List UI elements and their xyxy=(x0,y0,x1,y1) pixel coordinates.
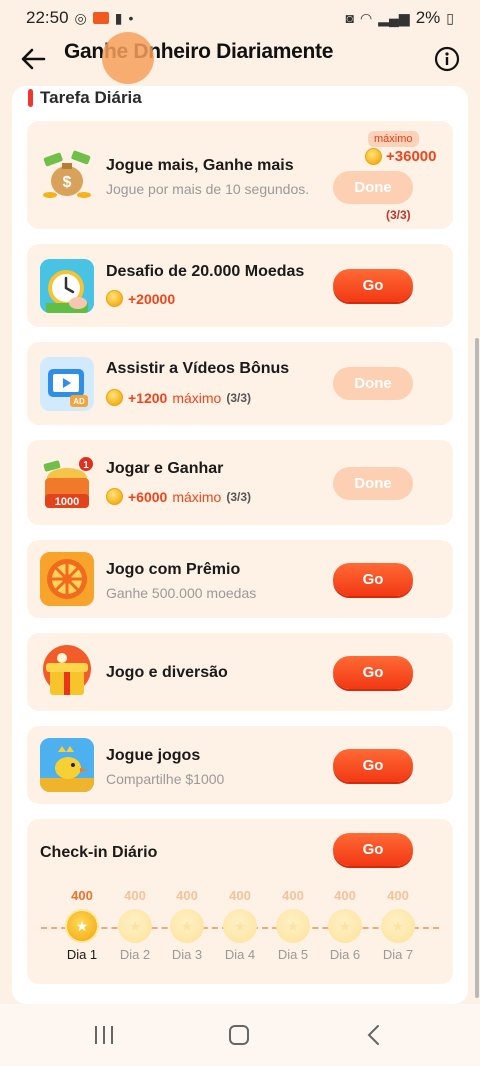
home-icon[interactable] xyxy=(229,1025,249,1045)
go-button[interactable]: Go xyxy=(333,656,413,689)
task-subtitle: Compartilhe $1000 xyxy=(106,771,225,787)
coin-icon xyxy=(106,488,123,505)
task-title: Desafio de 20.000 Moedas xyxy=(106,263,305,280)
task-title: Jogar e Ganhar xyxy=(106,460,224,477)
nav-back-icon[interactable] xyxy=(366,1024,380,1046)
checkin-day-5[interactable]: 400 ★ Dia 5 xyxy=(268,888,318,962)
star-coin-icon: ★ xyxy=(276,909,310,943)
task-title: Assistir a Vídeos Bônus xyxy=(106,360,290,377)
day-label: Dia 5 xyxy=(277,947,309,962)
task-reward-amount: +6000 xyxy=(128,488,168,505)
task-title: Jogo e diversão xyxy=(106,664,228,681)
whatsapp-icon: ◎ xyxy=(74,9,87,26)
battery-icon: ▯ xyxy=(446,9,454,26)
scrollbar[interactable] xyxy=(475,338,479,998)
treasure-box-icon: 1 1000 xyxy=(40,456,94,510)
task-reward: +36000 xyxy=(365,148,436,165)
section-title-text: Tarefa Diária xyxy=(40,88,142,107)
battery-percent: 2% xyxy=(415,8,441,27)
task-subtitle: Jogue por mais de 10 segundos. xyxy=(106,181,310,197)
svg-text:AD: AD xyxy=(73,397,85,406)
touch-indicator xyxy=(102,32,154,84)
checkin-day-7[interactable]: 400 ★ Dia 7 xyxy=(373,888,423,962)
clock-icon xyxy=(40,259,94,313)
status-bar: 22:50 ◎ ▮ • ◙ ◠ ▂▄▆ 2% ▯ xyxy=(0,0,480,36)
task-reward: +1200 máximo (3/3) xyxy=(106,389,251,406)
money-bag-icon: $ xyxy=(40,147,94,201)
checkin-day-1[interactable]: 400 ★ Dia 1 xyxy=(57,888,107,962)
task-title: Jogue mais, Ganhe mais xyxy=(106,157,294,174)
checkin-day-4[interactable]: 400 ★ Dia 4 xyxy=(215,888,265,962)
day-label: Dia 1 xyxy=(66,947,98,962)
recent-apps-icon[interactable] xyxy=(95,1026,113,1044)
star-coin-icon: ★ xyxy=(223,909,257,943)
day-label: Dia 2 xyxy=(119,947,151,962)
prize-wheel-icon xyxy=(40,552,94,606)
star-coin-icon: ★ xyxy=(118,909,152,943)
day-points: 400 xyxy=(176,888,198,903)
checkin-title: Check-in Diário xyxy=(40,844,158,861)
info-icon[interactable] xyxy=(434,46,460,72)
star-coin-icon: ★ xyxy=(328,909,362,943)
coin-icon xyxy=(106,290,123,307)
day-points: 400 xyxy=(282,888,304,903)
task-reward-max: máximo xyxy=(172,389,222,406)
star-coin-icon: ★ xyxy=(170,909,204,943)
day-label: Dia 6 xyxy=(329,947,361,962)
day-points: 400 xyxy=(229,888,251,903)
day-label: Dia 7 xyxy=(382,947,414,962)
game-bird-icon xyxy=(40,738,94,792)
icon-badge: 1 xyxy=(83,460,89,471)
app-header: Ganhe Dnheiro Diariamente xyxy=(0,36,480,84)
checkin-day-6[interactable]: 400 ★ Dia 6 xyxy=(320,888,370,962)
wifi-icon: ◠ xyxy=(360,9,373,26)
dot-icon: • xyxy=(128,10,134,26)
back-arrow-icon[interactable] xyxy=(20,46,46,72)
task-progress: (3/3) xyxy=(226,390,252,405)
video-ad-icon: AD xyxy=(40,357,94,411)
go-button[interactable]: Go xyxy=(333,269,413,302)
section-title: Tarefa Diária xyxy=(28,88,142,108)
checkin-day-3[interactable]: 400 ★ Dia 3 xyxy=(162,888,212,962)
task-progress: (3/3) xyxy=(226,489,252,504)
recording-icon xyxy=(92,12,109,24)
alarm-icon: ◙ xyxy=(345,10,355,26)
day-points: 400 xyxy=(124,888,146,903)
task-reward: +6000 máximo (3/3) xyxy=(106,488,251,505)
checkin-day-2[interactable]: 400 ★ Dia 2 xyxy=(110,888,160,962)
task-reward: +20000 xyxy=(106,290,175,307)
go-button[interactable]: Go xyxy=(333,749,413,782)
day-points: 400 xyxy=(334,888,356,903)
status-time: 22:50 xyxy=(26,8,69,27)
done-button[interactable]: Done xyxy=(333,171,413,204)
day-points: 400 xyxy=(387,888,409,903)
signal-icon: ▮ xyxy=(114,9,123,26)
gift-box-icon xyxy=(40,645,94,699)
task-progress: (3/3) xyxy=(386,208,411,222)
star-coin-icon: ★ xyxy=(65,909,99,943)
coin-icon xyxy=(365,148,382,165)
task-title: Jogo com Prêmio xyxy=(106,561,241,578)
task-title: Jogue jogos xyxy=(106,747,201,764)
go-button[interactable]: Go xyxy=(333,563,413,596)
day-points: 400 xyxy=(71,888,93,903)
done-button[interactable]: Done xyxy=(333,467,413,500)
task-reward-amount: +36000 xyxy=(386,148,437,165)
checkin-go-button[interactable]: Go xyxy=(333,833,413,866)
cell-signal-icon: ▂▄▆ xyxy=(378,9,410,26)
day-label: Dia 4 xyxy=(224,947,256,962)
icon-caption: 1000 xyxy=(55,496,79,508)
done-button[interactable]: Done xyxy=(333,367,413,400)
coin-icon xyxy=(106,389,123,406)
section-marker xyxy=(28,89,33,107)
task-reward-max: máximo xyxy=(172,488,222,505)
max-badge: máximo xyxy=(368,131,419,147)
task-reward-amount: +20000 xyxy=(128,290,176,307)
task-subtitle: Ganhe 500.000 moedas xyxy=(106,585,257,601)
star-coin-icon: ★ xyxy=(381,909,415,943)
task-reward-amount: +1200 xyxy=(128,389,168,406)
svg-text:$: $ xyxy=(63,174,72,191)
day-label: Dia 3 xyxy=(171,947,203,962)
